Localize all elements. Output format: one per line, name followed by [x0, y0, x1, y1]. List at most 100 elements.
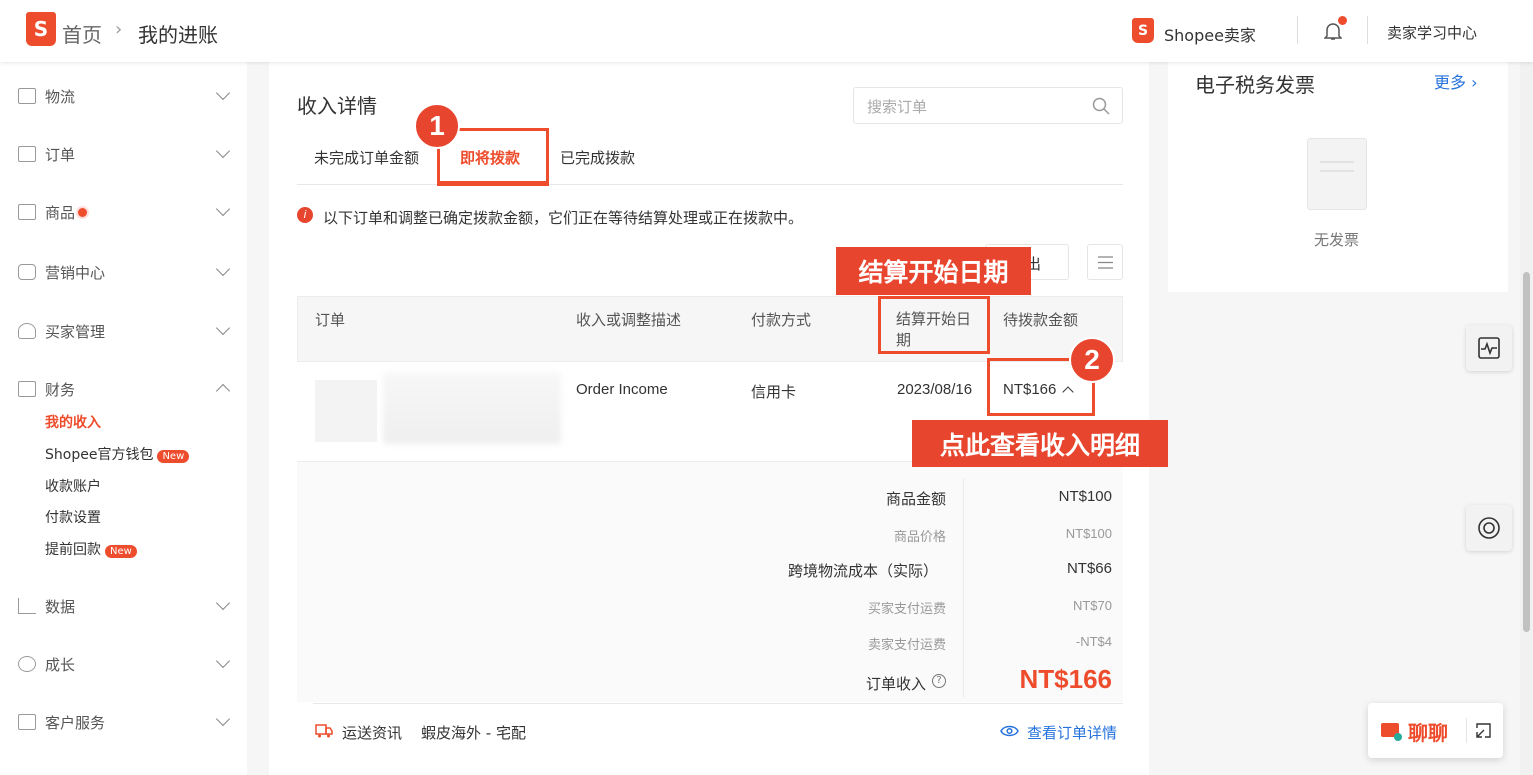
shipping-info-label: 运送资讯: [342, 724, 403, 742]
breakdown-value: -NT$4: [1075, 634, 1112, 649]
shipping-carrier: 蝦皮海外 - 宅配: [421, 724, 526, 742]
sidebar-item-buyers[interactable]: 买家管理: [18, 319, 231, 343]
truck-icon: [18, 88, 36, 104]
sidebar-item-logistics[interactable]: 物流: [18, 84, 231, 108]
bell-icon[interactable]: [1323, 16, 1347, 41]
breadcrumb-home[interactable]: 首页: [62, 19, 102, 48]
more-label: 更多: [1434, 73, 1467, 92]
sidebar-sub-wallet[interactable]: Shopee官方钱包 New: [45, 444, 190, 464]
sidebar-item-orders[interactable]: 订单: [18, 142, 231, 166]
chevron-down-icon: [215, 261, 231, 277]
tab-unfinished[interactable]: 未完成订单金额: [314, 147, 419, 168]
chat-label: 聊聊: [1408, 721, 1448, 745]
chat-widget[interactable]: 聊聊: [1368, 703, 1503, 758]
view-order-details-link[interactable]: 查看订单详情: [1027, 722, 1117, 743]
bag-icon: [18, 204, 36, 220]
new-badge: New: [157, 450, 190, 463]
user-icon: [18, 323, 36, 339]
sidebar-item-label: 物流: [45, 87, 76, 106]
date-callout: 结算开始日期: [836, 247, 1031, 295]
new-badge: New: [105, 545, 137, 558]
breakdown-value: NT$100: [1065, 526, 1112, 541]
column-pending-amount: 待拨款金额: [1003, 311, 1079, 329]
row-date: 2023/08/16: [897, 381, 973, 398]
row-payment: 信用卡: [751, 383, 797, 401]
notice-text: 以下订单和调整已确定拨款金额，它们正在等待结算处理或正在拨款中。: [323, 209, 804, 227]
shopee-seller-logo-icon: S: [1132, 18, 1154, 43]
shopee-logo-icon[interactable]: S: [26, 12, 56, 46]
tax-invoice-title: 电子税务发票: [1195, 73, 1315, 97]
list-icon: [1098, 256, 1113, 269]
medal-icon: [18, 656, 36, 672]
section-title: 收入详情: [297, 94, 377, 118]
sidebar-item-growth[interactable]: 成长: [18, 652, 231, 676]
pulse-tool-button[interactable]: [1466, 325, 1512, 371]
breakdown-label: 跨境物流成本（实际）: [787, 562, 938, 580]
more-link[interactable]: 更多 ›: [1434, 69, 1478, 93]
sidebar-item-customer-service[interactable]: 客户服务: [18, 710, 231, 734]
sidebar-sub-label: Shopee官方钱包: [45, 447, 154, 463]
sidebar-item-data[interactable]: 数据: [18, 594, 231, 618]
breakdown-value: NT$100: [1058, 488, 1112, 505]
sidebar-sub-early-payout[interactable]: 提前回款 New: [45, 539, 137, 559]
scrollbar[interactable]: [1520, 62, 1533, 775]
sidebar-sub-my-income[interactable]: 我的收入: [45, 412, 101, 432]
breakdown-value: NT$70: [1072, 598, 1112, 613]
scrollbar-thumb[interactable]: [1523, 272, 1530, 632]
order-income-label: 订单收入: [865, 675, 926, 693]
seller-learning-link[interactable]: 卖家学习中心: [1387, 22, 1477, 43]
chevron-down-icon: [215, 320, 231, 336]
breakdown-label: 买家支付运费: [867, 602, 946, 617]
eye-icon[interactable]: [1000, 725, 1019, 737]
pulse-icon: [1478, 337, 1500, 359]
column-settings-button[interactable]: [1087, 244, 1123, 280]
chevron-down-icon: [215, 711, 231, 727]
sidebar-item-marketing[interactable]: 营销中心: [18, 260, 231, 284]
red-dot: [78, 207, 88, 217]
sidebar-sub-payment-settings[interactable]: 付款设置: [45, 507, 101, 527]
sidebar-item-label: 商品: [45, 203, 76, 222]
step-2-marker: 2: [1069, 337, 1115, 383]
truck-icon: [315, 724, 333, 738]
divider: [1466, 718, 1467, 743]
chevron-up-icon: [215, 383, 231, 399]
brand-name: Shopee卖家: [1164, 26, 1256, 45]
empty-invoice-text: 无发票: [1314, 231, 1360, 249]
search-placeholder: 搜索订单: [867, 98, 928, 116]
chevron-down-icon: [215, 143, 231, 159]
sidebar-item-label: 订单: [45, 145, 76, 164]
sidebar-item-finance[interactable]: 财务: [18, 377, 231, 401]
order-income-value: NT$166: [1019, 664, 1113, 694]
expand-icon[interactable]: [1476, 723, 1491, 738]
chat-icon: [1381, 723, 1402, 741]
product-thumbnail: [315, 380, 377, 442]
breakdown-label: 商品价格: [893, 530, 946, 545]
top-bar: S 首页 › 我的进账 S Shopee卖家 卖家学习中心: [0, 0, 1533, 62]
sidebar-item-label: 财务: [45, 380, 76, 399]
blurred-order-info: [383, 372, 561, 444]
divider: [1297, 16, 1298, 44]
search-input[interactable]: 搜索订单: [853, 87, 1123, 124]
support-button[interactable]: [1466, 505, 1512, 551]
chevron-down-icon: [215, 595, 231, 611]
clipboard-icon: [18, 146, 36, 162]
chevron-down-icon: [215, 201, 231, 217]
chart-icon: [18, 598, 36, 614]
divider: [1367, 16, 1368, 44]
question-icon[interactable]: ?: [932, 674, 946, 688]
row-description: Order Income: [576, 381, 668, 398]
notification-dot: [1338, 16, 1347, 25]
sidebar-item-products[interactable]: 商品: [18, 200, 231, 224]
chevron-right-icon: ›: [115, 19, 123, 40]
search-icon[interactable]: [1092, 97, 1110, 115]
step-1-marker: 1: [414, 103, 460, 149]
tab-completed[interactable]: 已完成拨款: [560, 147, 635, 168]
headset-icon: [1478, 517, 1500, 539]
detail-callout: 点此查看收入明细: [912, 420, 1168, 467]
breakdown-divider: [963, 478, 964, 698]
column-order: 订单: [315, 311, 346, 329]
empty-document-icon: [1307, 138, 1367, 210]
sidebar-sub-bank-account[interactable]: 收款账户: [45, 476, 101, 496]
document-line: [1320, 161, 1354, 163]
breakdown-value: NT$66: [1066, 560, 1112, 577]
